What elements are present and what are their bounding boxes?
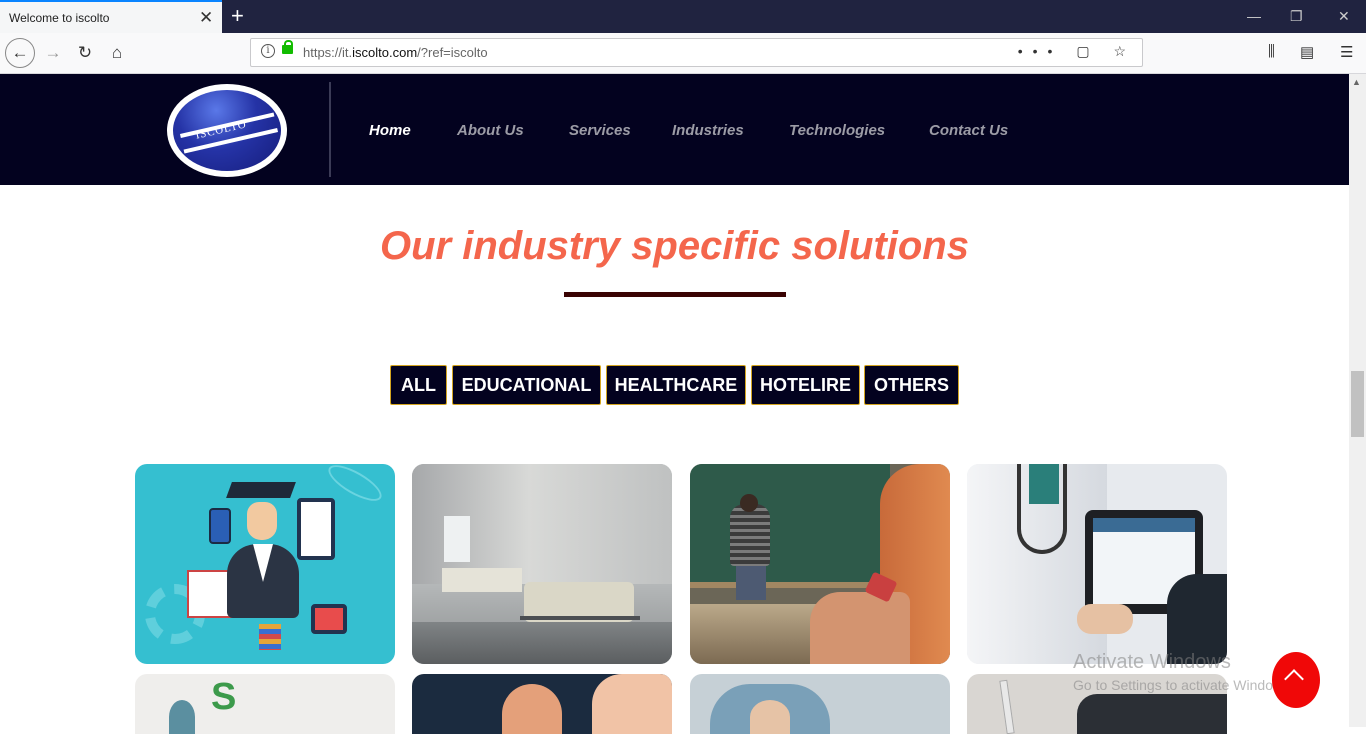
graduate-head	[247, 502, 277, 540]
new-tab-icon[interactable]: +	[231, 3, 244, 29]
hospital-bed-back	[442, 568, 522, 592]
card-kids-learning[interactable]: S	[135, 674, 395, 734]
teacher-head	[740, 494, 758, 512]
tablet-icon	[297, 498, 335, 560]
nav-industries[interactable]: Industries	[672, 122, 744, 139]
ward-floor	[412, 622, 672, 664]
pen-icon	[999, 679, 1015, 734]
activation-watermark-subtitle: Go to Settings to activate Windows.	[1073, 677, 1294, 693]
person-two	[592, 674, 672, 734]
site-info-icon[interactable]: i	[261, 44, 275, 58]
card-education[interactable]	[135, 464, 395, 664]
chalkboard	[690, 464, 890, 582]
site-logo[interactable]: ISCOLTO	[167, 84, 287, 177]
filter-hotelire-button[interactable]: HOTELIRE	[751, 365, 860, 405]
toy-shape	[169, 700, 195, 734]
window-close-icon[interactable]: ✕	[1338, 6, 1350, 26]
nav-services[interactable]: Services	[569, 122, 631, 139]
url-bar[interactable]: i https://it.iscolto.com/?ref=iscolto ••…	[250, 38, 1143, 67]
back-to-top-button[interactable]	[1272, 652, 1320, 708]
sidebar-icon[interactable]: ▤	[1300, 43, 1314, 61]
nav-home[interactable]: Home	[369, 122, 411, 139]
activation-watermark-title: Activate Windows	[1073, 651, 1231, 673]
nav-contact-us[interactable]: Contact Us	[929, 122, 1008, 139]
page-actions-icon[interactable]: ••• ▢ ☆	[1018, 43, 1136, 60]
scrollbar-thumb[interactable]	[1351, 371, 1364, 437]
card-classroom[interactable]	[690, 464, 950, 664]
doctor-hand	[1077, 604, 1133, 634]
chevron-up-icon	[1284, 669, 1304, 689]
teacher	[730, 504, 770, 566]
reload-icon[interactable]: ↻	[70, 38, 100, 68]
phone-icon	[209, 508, 231, 544]
menu-icon[interactable]: ☰	[1340, 43, 1353, 61]
books-icon	[259, 624, 281, 650]
tablet-screen-header	[1093, 518, 1195, 532]
site-header: ISCOLTO Home About Us Services Industrie…	[0, 74, 1349, 185]
url-text[interactable]: https://it.iscolto.com/?ref=iscolto	[303, 45, 488, 60]
filter-others-button[interactable]: OTHERS	[864, 365, 959, 405]
logo-emblem: ISCOLTO	[173, 90, 281, 171]
student-arm	[810, 592, 910, 664]
tab-title: Welcome to iscolto	[9, 11, 110, 25]
home-icon[interactable]: ⌂	[102, 38, 132, 68]
person-sleeve	[1077, 694, 1227, 734]
browser-nav-bar: ← → ↻ ⌂ i https://it.iscolto.com/?ref=is…	[0, 33, 1366, 74]
card-hospital[interactable]	[412, 464, 672, 664]
library-icon[interactable]: ⫼	[1268, 43, 1275, 60]
teacher-legs	[736, 564, 766, 600]
ward-window	[444, 516, 470, 562]
title-underline	[564, 292, 786, 297]
filter-all-button[interactable]: ALL	[390, 365, 447, 405]
video-tablet-icon	[311, 604, 347, 634]
scroll-up-icon[interactable]: ▲	[1352, 77, 1361, 87]
chalkboard-frame	[690, 582, 890, 588]
lock-icon	[282, 40, 293, 54]
section-title: Our industry specific solutions	[380, 224, 969, 268]
stethoscope-icon	[1017, 464, 1067, 554]
back-icon[interactable]: ←	[5, 38, 35, 68]
browser-tab-bar: Welcome to iscolto ✕ + — ❐ ✕	[0, 0, 1366, 33]
graduation-cap-icon	[226, 482, 296, 498]
browser-tab[interactable]: Welcome to iscolto ✕	[0, 0, 222, 33]
bed-rail	[520, 616, 640, 620]
filter-healthcare-button[interactable]: HEALTHCARE	[606, 365, 746, 405]
nav-technologies[interactable]: Technologies	[789, 122, 885, 139]
card-doctor[interactable]	[967, 464, 1227, 664]
card-surgery[interactable]	[690, 674, 950, 734]
nav-about-us[interactable]: About Us	[457, 122, 524, 139]
card-office-meeting[interactable]	[412, 674, 672, 734]
tab-close-icon[interactable]: ✕	[199, 8, 213, 28]
letter-decoration: S	[211, 676, 237, 718]
forward-icon[interactable]: →	[38, 38, 68, 68]
filter-educational-button[interactable]: EDUCATIONAL	[452, 365, 601, 405]
surgeon-face	[750, 700, 790, 734]
restore-icon[interactable]: ❐	[1290, 6, 1303, 26]
header-divider	[329, 82, 331, 177]
minimize-icon[interactable]: —	[1247, 6, 1261, 26]
